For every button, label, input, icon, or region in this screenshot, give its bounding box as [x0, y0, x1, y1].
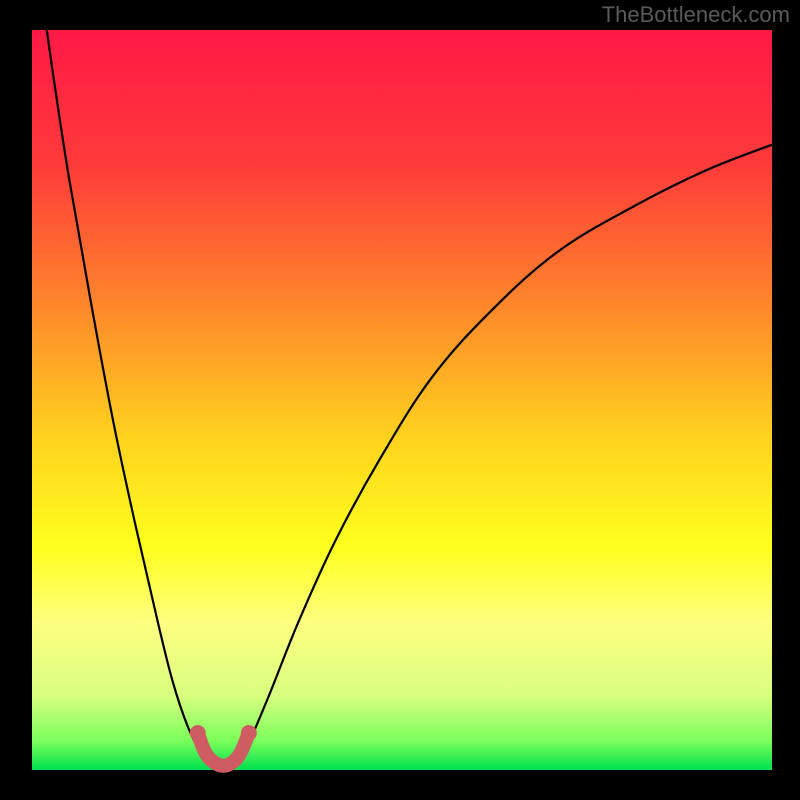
plot-background — [32, 30, 772, 770]
watermark-text: TheBottleneck.com — [602, 2, 790, 28]
bottom-u-end-dot — [190, 725, 206, 741]
bottom-u-end-dot — [241, 725, 257, 741]
chart-svg — [0, 0, 800, 800]
chart-frame: { "watermark": "TheBottleneck.com", "cha… — [0, 0, 800, 800]
